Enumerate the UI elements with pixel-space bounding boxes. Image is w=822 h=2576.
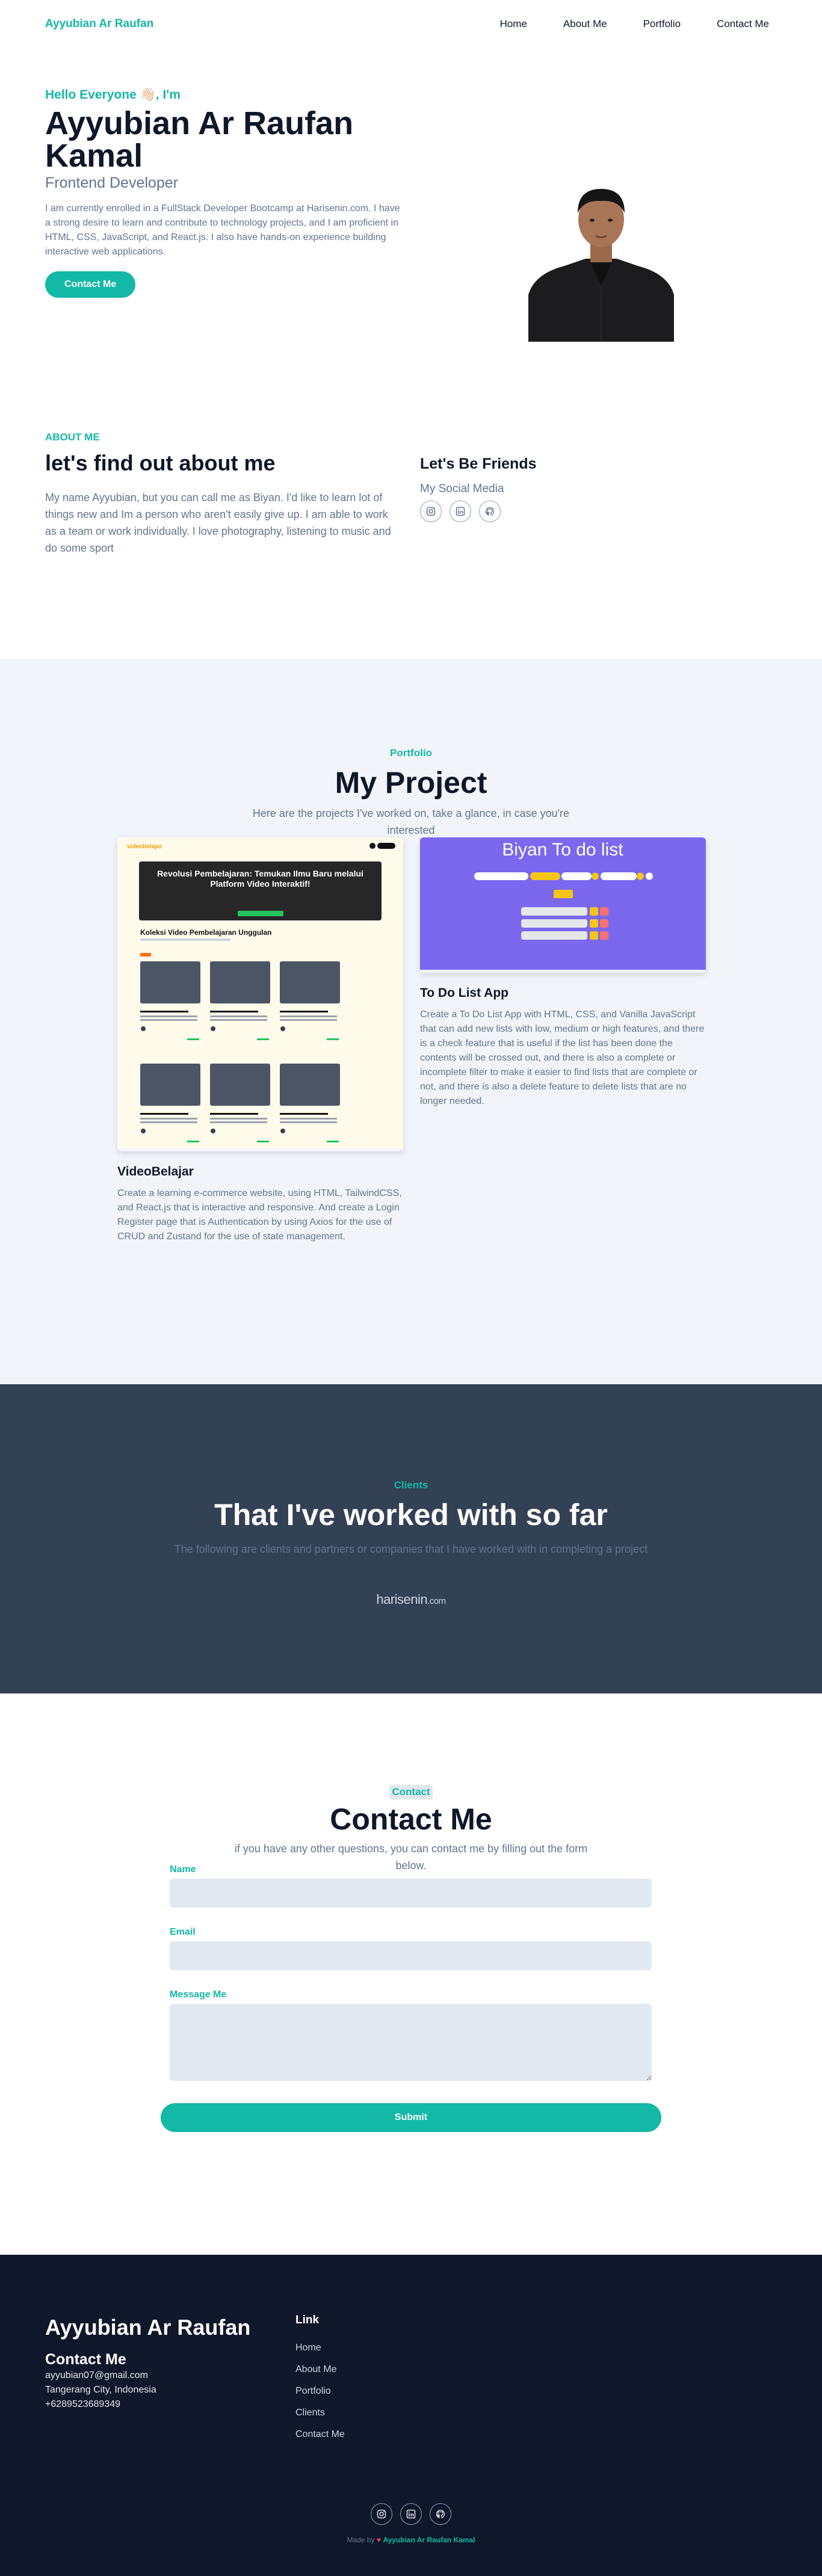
nav-link-home[interactable]: Home bbox=[482, 18, 545, 30]
footer-instagram-icon[interactable] bbox=[371, 2503, 392, 2525]
footer-linkedin-icon[interactable] bbox=[400, 2503, 422, 2525]
hero-content: Hello Everyone 👋🏻, I'm Ayyubian Ar Raufa… bbox=[45, 88, 406, 298]
footer-link-clients[interactable]: Clients bbox=[295, 2408, 345, 2418]
footer-phone: +6289523689349 bbox=[45, 2399, 121, 2409]
client-logo-text: harisenin bbox=[376, 1592, 428, 1607]
vb-section-title: Koleksi Video Pembelajaran Unggulan bbox=[140, 928, 272, 937]
project-title-videobelajar: VideoBelajar bbox=[117, 1165, 194, 1179]
footer-location: Tangerang City, Indonesia bbox=[45, 2385, 156, 2395]
about-section: ABOUT ME let's find out about me My name… bbox=[0, 349, 822, 659]
instagram-icon[interactable] bbox=[420, 501, 442, 522]
footer-email: ayyubian07@gmail.com bbox=[45, 2370, 148, 2380]
clients-tag: Clients bbox=[394, 1479, 428, 1491]
nav-link-contact[interactable]: Contact Me bbox=[699, 18, 777, 30]
contact-title: Contact Me bbox=[330, 1802, 492, 1836]
name-field[interactable] bbox=[170, 1879, 652, 1908]
footer-link-about[interactable]: About Me bbox=[295, 2364, 345, 2375]
footer-link-home[interactable]: Home bbox=[295, 2343, 345, 2353]
brand-link[interactable]: Ayyubian Ar Raufan bbox=[45, 17, 153, 31]
submit-button[interactable]: Submit bbox=[161, 2103, 661, 2132]
todo-screenshot: Biyan To do list bbox=[420, 837, 706, 973]
heart-icon: ♥ bbox=[376, 2536, 381, 2544]
friends-title: Let's Be Friends bbox=[420, 455, 537, 472]
about-title: let's find out about me bbox=[45, 451, 276, 475]
client-logo-suffix: .com bbox=[427, 1596, 446, 1606]
footer-links-title: Link bbox=[295, 2314, 320, 2326]
footer-contact-title: Contact Me bbox=[45, 2351, 126, 2368]
contact-me-button[interactable]: Contact Me bbox=[45, 271, 136, 298]
about-content: ABOUT ME let's find out about me My name… bbox=[45, 431, 400, 556]
contact-tag: Contact bbox=[389, 1785, 433, 1799]
message-field[interactable] bbox=[170, 2004, 652, 2081]
hero-role: Frontend Developer bbox=[45, 174, 178, 191]
profile-photo bbox=[528, 162, 674, 342]
portfolio-tag: Portfolio bbox=[390, 747, 432, 759]
linkedin-icon[interactable] bbox=[450, 501, 471, 522]
credit-prefix: Made by bbox=[347, 2536, 375, 2544]
project-card-todo[interactable]: Biyan To do list To Do List App Create a… bbox=[420, 837, 706, 1109]
social-label: My Social Media bbox=[420, 482, 504, 495]
footer-credit: Made by ♥ Ayyubian Ar Raufan Kamal bbox=[0, 2536, 822, 2544]
github-icon[interactable] bbox=[479, 501, 501, 522]
footer-link-portfolio[interactable]: Portfolio bbox=[295, 2386, 345, 2397]
project-desc-todo: Create a To Do List App with HTML, CSS, … bbox=[420, 1009, 705, 1106]
portfolio-title: My Project bbox=[335, 766, 487, 800]
social-links bbox=[420, 501, 537, 522]
hero-greeting: Hello Everyone 👋🏻, I'm bbox=[45, 88, 181, 102]
hero-section: Hello Everyone 👋🏻, I'm Ayyubian Ar Raufa… bbox=[0, 48, 822, 349]
contact-form: Name Email Message Me Submit bbox=[161, 1864, 661, 2132]
credit-name: Ayyubian Ar Raufan Kamal bbox=[383, 2536, 475, 2544]
portfolio-subtitle: Here are the projects I've worked on, ta… bbox=[252, 807, 570, 836]
footer-contact: Ayyubian Ar Raufan Contact Me ayyubian07… bbox=[45, 2315, 250, 2412]
clients-title: That I've worked with so far bbox=[214, 1498, 608, 1532]
videobelajar-screenshot: videobelajar Revolusi Pembelajaran: Temu… bbox=[117, 837, 403, 1151]
name-label: Name bbox=[170, 1864, 196, 1875]
hero-name: Ayyubian Ar Raufan Kamal bbox=[45, 105, 354, 174]
footer-link-contact[interactable]: Contact Me bbox=[295, 2429, 345, 2440]
email-label: Email bbox=[170, 1927, 196, 1937]
nav-link-about[interactable]: About Me bbox=[545, 18, 625, 30]
nav-link-portfolio[interactable]: Portfolio bbox=[625, 18, 699, 30]
project-card-videobelajar[interactable]: videobelajar Revolusi Pembelajaran: Temu… bbox=[117, 837, 403, 1244]
vb-logo: videobelajar bbox=[127, 843, 162, 850]
footer-social bbox=[0, 2503, 822, 2525]
navbar: Ayyubian Ar Raufan Home About Me Portfol… bbox=[0, 0, 822, 48]
footer-name: Ayyubian Ar Raufan bbox=[45, 2315, 251, 2340]
todo-preview: Biyan To do list bbox=[420, 837, 706, 970]
about-text: My name Ayyubian, but you can call me as… bbox=[45, 491, 391, 554]
vb-banner-title: Revolusi Pembelajaran: Temukan Ilmu Baru… bbox=[157, 869, 363, 889]
project-desc-videobelajar: Create a learning e-commerce website, us… bbox=[117, 1188, 402, 1242]
todo-title: Biyan To do list bbox=[502, 840, 623, 860]
project-title-todo: To Do List App bbox=[420, 986, 508, 1000]
about-tag: ABOUT ME bbox=[45, 431, 100, 443]
videobelajar-preview: videobelajar Revolusi Pembelajaran: Temu… bbox=[117, 837, 403, 1148]
footer-github-icon[interactable] bbox=[430, 2503, 451, 2525]
email-field[interactable] bbox=[170, 1941, 652, 1970]
about-social: Let's Be Friends My Social Media bbox=[420, 455, 537, 522]
todo-row bbox=[521, 919, 608, 928]
clients-subtitle: The following are clients and partners o… bbox=[174, 1543, 648, 1555]
footer-links: Link Home About Me Portfolio Clients Con… bbox=[295, 2314, 345, 2440]
todo-row bbox=[521, 907, 608, 916]
todo-row bbox=[521, 931, 608, 940]
message-label: Message Me bbox=[170, 1989, 227, 2000]
nav-links: Home About Me Portfolio Contact Me bbox=[482, 18, 777, 30]
contact-tag-wrap: Contact bbox=[0, 1693, 822, 1799]
clients-section: Clients That I've worked with so far The… bbox=[0, 1384, 822, 1693]
hero-description: I am currently enrolled in a FullStack D… bbox=[45, 203, 400, 257]
client-logo-harisenin: harisenin.com bbox=[0, 1592, 822, 1607]
